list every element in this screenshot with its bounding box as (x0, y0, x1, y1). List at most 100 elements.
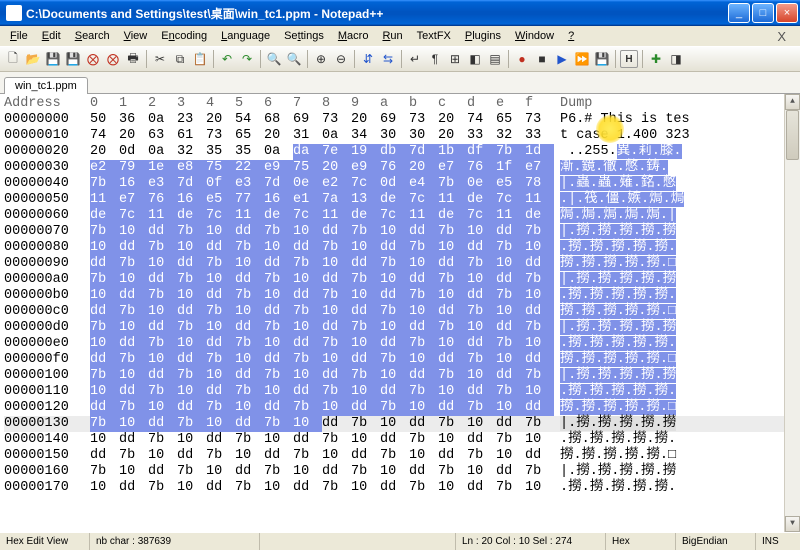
hex-byte[interactable]: 11 (322, 208, 351, 224)
hex-byte[interactable]: 10 (148, 448, 177, 464)
hex-byte[interactable]: dd (467, 384, 496, 400)
hex-row[interactable]: 000001307b10dd7b10dd7b10dd7b10dd7b10dd7b… (4, 416, 800, 432)
hex-byte[interactable]: dd (380, 480, 409, 496)
hex-byte[interactable]: 7b (496, 336, 525, 352)
hex-byte[interactable]: 7b (409, 480, 438, 496)
hex-byte[interactable]: 10 (525, 288, 554, 304)
paste-icon[interactable]: 📋 (191, 50, 209, 68)
hex-byte[interactable]: 7b (351, 464, 380, 480)
hex-byte[interactable]: 7a (322, 192, 351, 208)
hex-bytes[interactable]: 11e77616e57716e17a13de7c11de7c11 (90, 192, 560, 208)
hex-byte[interactable]: 10 (177, 432, 206, 448)
hex-byte[interactable]: e7 (438, 160, 467, 176)
hex-byte[interactable]: e3 (148, 176, 177, 192)
hex-dump[interactable]: .撈.撈.撈.撈.撈. (560, 336, 800, 352)
hex-byte[interactable]: dd (148, 320, 177, 336)
hex-byte[interactable]: 7b (264, 464, 293, 480)
record-macro-icon[interactable]: ● (513, 50, 531, 68)
hex-bytes[interactable]: 50360a23205468697320697320746573 (90, 112, 560, 128)
hex-byte[interactable]: dd (264, 400, 293, 416)
hex-byte[interactable]: 7b (177, 416, 206, 432)
hex-byte[interactable]: 10 (467, 368, 496, 384)
hex-bytes[interactable]: 10dd7b10dd7b10dd7b10dd7b10dd7b10 (90, 240, 560, 256)
hex-byte[interactable]: dd (235, 416, 264, 432)
hex-byte[interactable]: dd (90, 256, 119, 272)
hex-byte[interactable]: 11 (148, 208, 177, 224)
hex-byte[interactable]: 20 (264, 128, 293, 144)
hex-byte[interactable]: 7b (148, 384, 177, 400)
hex-byte[interactable]: dd (409, 368, 438, 384)
hex-byte[interactable]: 10 (235, 448, 264, 464)
hex-byte[interactable]: 75 (206, 160, 235, 176)
hex-byte[interactable]: 7b (293, 304, 322, 320)
hex-byte[interactable]: 10 (293, 320, 322, 336)
hex-byte[interactable]: 7d (177, 176, 206, 192)
hex-byte[interactable]: 10 (467, 224, 496, 240)
play-multi-icon[interactable]: ⏩ (573, 50, 591, 68)
hex-byte[interactable]: 76 (148, 192, 177, 208)
hex-byte[interactable]: 10 (90, 432, 119, 448)
hex-byte[interactable]: 11 (438, 192, 467, 208)
hex-dump[interactable]: |.撈.撈.撈.撈.撈 (560, 416, 800, 432)
hex-row[interactable]: 000000707b10dd7b10dd7b10dd7b10dd7b10dd7b… (4, 224, 800, 240)
hex-dump[interactable]: |.蟲.蟲.薙.銘.憋 (560, 176, 800, 192)
hex-byte[interactable]: dd (409, 416, 438, 432)
hex-byte[interactable]: 7b (206, 352, 235, 368)
hex-byte[interactable]: 10 (119, 368, 148, 384)
hex-byte[interactable]: 7b (380, 256, 409, 272)
hex-dump[interactable]: 撈.撈.撈.撈.撈.□ (560, 256, 800, 272)
hex-byte[interactable]: 10 (293, 464, 322, 480)
hex-byte[interactable]: 10 (351, 336, 380, 352)
hex-byte[interactable]: e1 (293, 192, 322, 208)
hex-byte[interactable]: 10 (438, 480, 467, 496)
zoom-out-icon[interactable]: ⊖ (332, 50, 350, 68)
hex-byte[interactable]: 30 (380, 128, 409, 144)
hex-byte[interactable]: 76 (467, 160, 496, 176)
hex-byte[interactable]: 0a (148, 144, 177, 160)
hex-byte[interactable]: 33 (467, 128, 496, 144)
hex-mode-icon[interactable]: H (620, 50, 638, 68)
hex-byte[interactable]: dd (409, 272, 438, 288)
hex-byte[interactable]: 78 (525, 176, 554, 192)
hex-bytes[interactable]: dd7b10dd7b10dd7b10dd7b10dd7b10dd (90, 448, 560, 464)
hex-row[interactable]: 000000c0dd7b10dd7b10dd7b10dd7b10dd7b10dd… (4, 304, 800, 320)
hex-byte[interactable]: 7b (177, 272, 206, 288)
hex-byte[interactable]: 10 (496, 352, 525, 368)
hex-dump[interactable]: |.撈.撈.撈.撈.撈 (560, 272, 800, 288)
hex-byte[interactable]: 10 (90, 336, 119, 352)
hex-row[interactable]: 000000e010dd7b10dd7b10dd7b10dd7b10dd7b10… (4, 336, 800, 352)
hex-byte[interactable]: 10 (525, 384, 554, 400)
hex-byte[interactable]: 10 (235, 304, 264, 320)
hex-byte[interactable]: dd (380, 384, 409, 400)
hex-byte[interactable]: 7b (206, 400, 235, 416)
hex-byte[interactable]: de (438, 208, 467, 224)
hex-byte[interactable]: 22 (235, 160, 264, 176)
new-file-icon[interactable]: 🗋 (4, 50, 22, 68)
hex-row[interactable]: 00000120dd7b10dd7b10dd7b10dd7b10dd7b10dd… (4, 400, 800, 416)
hex-byte[interactable]: de (525, 208, 554, 224)
minimize-button[interactable]: _ (728, 3, 750, 23)
hex-byte[interactable]: dd (467, 288, 496, 304)
hex-dump[interactable]: .|.筏.僵.嫉.焗.焗 (560, 192, 800, 208)
hex-byte[interactable]: 7b (90, 368, 119, 384)
hex-byte[interactable]: e9 (351, 160, 380, 176)
hex-byte[interactable]: 10 (409, 256, 438, 272)
indent-guide-icon[interactable]: ⊞ (446, 50, 464, 68)
hex-byte[interactable]: dd (409, 320, 438, 336)
hex-row[interactable]: 00000060de7c11de7c11de7c11de7c11de7c11de… (4, 208, 800, 224)
hex-byte[interactable]: dd (177, 304, 206, 320)
hex-dump[interactable]: .撈.撈.撈.撈.撈. (560, 432, 800, 448)
hex-byte[interactable]: dd (264, 256, 293, 272)
hex-byte[interactable]: df (467, 144, 496, 160)
hex-byte[interactable]: 7b (525, 224, 554, 240)
hex-bytes[interactable]: 10dd7b10dd7b10dd7b10dd7b10dd7b10 (90, 288, 560, 304)
hex-byte[interactable]: dd (438, 352, 467, 368)
hex-byte[interactable]: 7b (90, 464, 119, 480)
hex-byte[interactable]: dd (264, 352, 293, 368)
hex-byte[interactable]: 0d (119, 144, 148, 160)
hex-byte[interactable]: 7b (206, 304, 235, 320)
hex-byte[interactable]: 7b (206, 448, 235, 464)
hex-byte[interactable]: 34 (351, 128, 380, 144)
hex-byte[interactable]: 10 (148, 400, 177, 416)
hex-byte[interactable]: 7b (438, 176, 467, 192)
